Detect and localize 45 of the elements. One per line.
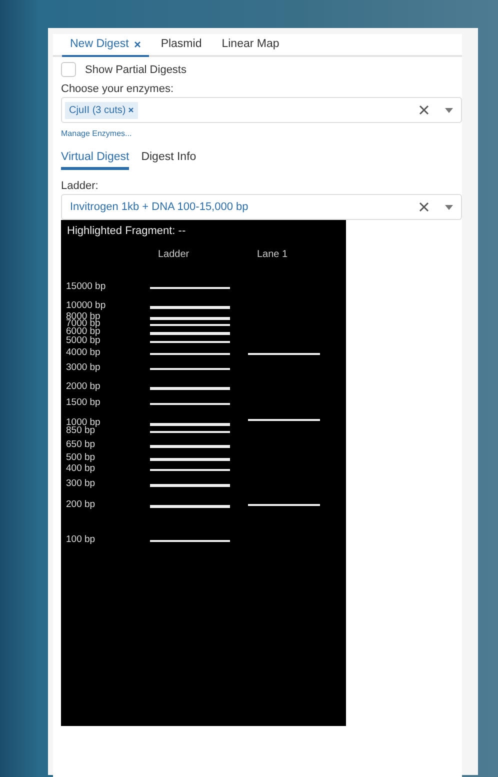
gel-band[interactable]: [150, 423, 230, 426]
gel-band[interactable]: [150, 332, 230, 334]
band-label: 2000 bp: [66, 381, 100, 392]
remove-icon[interactable]: [128, 106, 134, 112]
tab[interactable]: Plasmid: [152, 34, 210, 57]
tab[interactable]: Linear Map: [214, 34, 288, 57]
band-label: 100 bp: [66, 534, 96, 545]
band-label: 15000 bp: [66, 281, 106, 292]
band-label: 650 bp: [66, 439, 96, 450]
band-label: 200 bp: [66, 499, 96, 510]
caret-icon[interactable]: [445, 108, 453, 112]
checkbox-label: Show Partial Digests: [85, 64, 186, 76]
band-label: 400 bp: [66, 463, 96, 474]
field-label: Ladder:: [61, 180, 100, 192]
caret-icon[interactable]: [445, 204, 453, 210]
band-label: 850 bp: [66, 425, 96, 436]
field-label: Choose your enzymes:: [61, 83, 174, 95]
band-label: 6000 bp: [66, 326, 100, 337]
ladder-select[interactable]: Invitrogen 1kb + DNA 100-15,000 bp: [61, 194, 462, 220]
band-label: 4000 bp: [66, 347, 100, 358]
gel-band[interactable]: [150, 445, 230, 448]
lane-header: Ladder: [158, 249, 190, 260]
band-label: 300 bp: [66, 478, 96, 489]
gel-band[interactable]: [150, 387, 230, 390]
band-label: 1500 bp: [66, 397, 100, 408]
band-label: 500 bp: [66, 452, 96, 463]
close-icon[interactable]: [134, 40, 141, 48]
enzyme-select[interactable]: CjuII (3 cuts): [61, 97, 462, 123]
gel-band[interactable]: [150, 458, 230, 460]
checkbox[interactable]: [61, 62, 76, 77]
gel-band[interactable]: [150, 484, 230, 486]
band-label: 3000 bp: [66, 362, 100, 373]
gel-band[interactable]: [150, 317, 230, 320]
tab[interactable]: Digest Info: [141, 151, 196, 170]
clear-icon[interactable]: [419, 105, 429, 115]
lane-header: Lane 1: [257, 249, 288, 260]
gel-band[interactable]: [150, 306, 230, 308]
band-label: 10000 bp: [66, 300, 106, 311]
enzyme-chip[interactable]: CjuII (3 cuts): [65, 102, 138, 118]
clear-icon[interactable]: [419, 202, 429, 212]
highlighted-fragment: Highlighted Fragment: --: [67, 225, 186, 237]
tab[interactable]: Virtual Digest: [61, 151, 130, 170]
gel-band[interactable]: [150, 505, 230, 508]
band-label: 5000 bp: [66, 335, 100, 346]
manage-enzymes-link[interactable]: Manage Enzymes...: [61, 129, 132, 138]
